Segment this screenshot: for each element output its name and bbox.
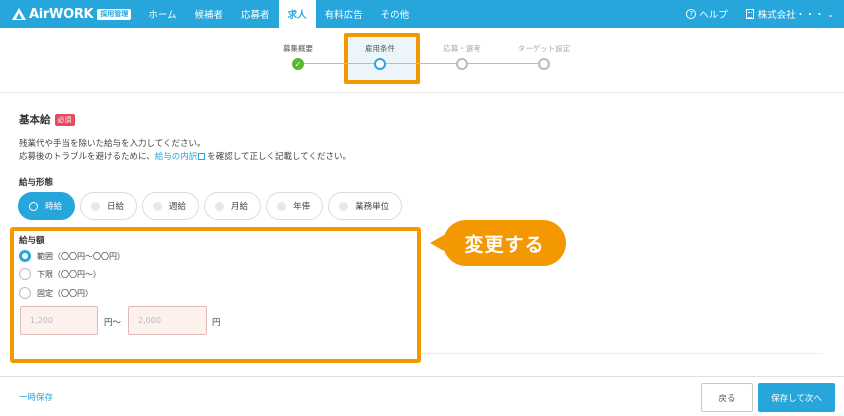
nav-applicants[interactable]: 応募者 — [232, 0, 279, 28]
section-title: 基本給 必須 — [19, 112, 75, 127]
pay-type-weekly[interactable]: 週給 — [142, 192, 200, 220]
max-amount-input[interactable]: 2,000 — [128, 306, 207, 335]
main-nav: ホーム 候補者 応募者 求人 有料広告 その他 — [139, 0, 418, 28]
step-target: ターゲット設定 — [504, 42, 584, 70]
pay-type-daily-label: 日給 — [107, 202, 125, 212]
amount-option-range[interactable]: 範囲（〇〇円〜〇〇円） — [19, 250, 125, 262]
company-menu[interactable]: 株式会社・・・ ⌄ — [745, 7, 834, 21]
radio-icon — [19, 287, 31, 299]
pay-type-weekly-label: 週給 — [169, 202, 187, 212]
step-label: 募集概要 — [283, 44, 313, 53]
pay-type-annual[interactable]: 年俸 — [266, 192, 324, 220]
temp-save-link[interactable]: 一時保存 — [19, 391, 53, 403]
pay-type-hourly[interactable]: 時給 — [18, 192, 76, 220]
current-step-dot — [374, 58, 386, 70]
unit-label: 円 — [212, 318, 221, 328]
nav-home[interactable]: ホーム — [139, 0, 185, 28]
callout-tail — [430, 235, 444, 251]
content-divider — [421, 353, 823, 354]
salary-breakdown-link[interactable]: 給与の内訳 — [155, 152, 198, 162]
desc-line-2-post: を確認して正しく記載してください。 — [207, 152, 352, 162]
radio-icon — [153, 201, 163, 211]
pay-type-label: 給与形態 — [19, 178, 54, 188]
step-label: 応募・選考 — [443, 44, 481, 53]
nav-candidates[interactable]: 候補者 — [186, 0, 233, 28]
app-header: AirWORK 採用管理 ホーム 候補者 応募者 求人 有料広告 その他 ? ヘ… — [0, 0, 844, 28]
airwork-logo[interactable]: AirWORK 採用管理 — [12, 0, 132, 28]
radio-icon — [29, 201, 38, 211]
future-step-dot — [538, 58, 550, 70]
radio-icon — [339, 201, 349, 211]
change-callout: 変更する — [443, 220, 566, 266]
chevron-down-icon: ⌄ — [827, 9, 834, 19]
radio-icon — [215, 201, 225, 211]
external-link-icon — [198, 153, 206, 160]
pay-type-per-task[interactable]: 業務単位 — [328, 192, 403, 220]
amount-option-label: 範囲（〇〇円〜〇〇円） — [37, 251, 125, 261]
nav-other[interactable]: その他 — [372, 0, 419, 28]
radio-icon — [91, 201, 101, 211]
description: 残業代や手当を除いた給与を入力してください。 応募後のトラブルを避けるために、給… — [19, 138, 351, 164]
amount-option-min[interactable]: 下限（〇〇円〜） — [19, 268, 101, 280]
desc-line-1: 残業代や手当を除いた給与を入力してください。 — [19, 139, 206, 149]
amount-option-fixed[interactable]: 固定（〇〇円） — [19, 287, 93, 299]
pay-type-per-task-label: 業務単位 — [355, 202, 390, 212]
step-employment[interactable]: 雇用条件 — [340, 42, 420, 70]
section-title-text: 基本給 — [19, 114, 51, 126]
company-label: 株式会社・・・ — [757, 10, 825, 21]
radio-icon — [277, 201, 287, 211]
radio-checked-icon — [19, 250, 31, 262]
required-badge: 必須 — [54, 113, 75, 126]
step-overview[interactable]: 募集概要 ✓ — [258, 42, 338, 70]
future-step-dot — [456, 58, 468, 70]
logo-icon — [12, 8, 26, 20]
step-application: 応募・選考 — [422, 42, 502, 70]
help-link[interactable]: ? ヘルプ — [686, 7, 728, 21]
min-amount-input[interactable]: 1,200 — [20, 306, 98, 335]
pay-type-monthly-label: 月給 — [231, 202, 249, 212]
building-icon — [745, 9, 754, 19]
pay-type-daily[interactable]: 日給 — [80, 192, 138, 220]
logo-text: AirWORK — [29, 6, 94, 22]
amount-label: 給与額 — [19, 236, 45, 246]
desc-line-2-pre: 応募後のトラブルを避けるために、 — [19, 152, 155, 162]
amount-option-label: 下限（〇〇円〜） — [37, 269, 101, 279]
step-label: 雇用条件 — [365, 44, 395, 53]
save-next-button[interactable]: 保存して次へ — [758, 383, 835, 412]
logo-badge: 採用管理 — [97, 8, 132, 20]
pay-type-monthly[interactable]: 月給 — [204, 192, 262, 220]
nav-jobs[interactable]: 求人 — [278, 0, 316, 28]
progress-stepper: 募集概要 ✓ 雇用条件 応募・選考 ターゲット設定 — [270, 42, 580, 78]
header-right: ? ヘルプ 株式会社・・・ ⌄ — [686, 7, 834, 21]
pay-type-hourly-label: 時給 — [45, 202, 63, 212]
amount-option-label: 固定（〇〇円） — [37, 288, 93, 298]
radio-icon — [19, 268, 31, 280]
stepper-divider — [0, 92, 844, 93]
desc-line-2: 応募後のトラブルを避けるために、給与の内訳 を確認して正しく記載してください。 — [19, 151, 351, 164]
pay-type-group: 時給 日給 週給 月給 年俸 業務単位 — [18, 192, 407, 220]
help-icon: ? — [686, 9, 697, 19]
help-label: ヘルプ — [699, 10, 728, 21]
step-label: ターゲット設定 — [517, 44, 571, 53]
range-separator: 円〜 — [104, 318, 122, 328]
nav-paid-ads[interactable]: 有料広告 — [316, 0, 372, 28]
check-icon: ✓ — [292, 58, 304, 70]
pay-type-annual-label: 年俸 — [293, 202, 311, 212]
back-button[interactable]: 戻る — [701, 383, 753, 412]
